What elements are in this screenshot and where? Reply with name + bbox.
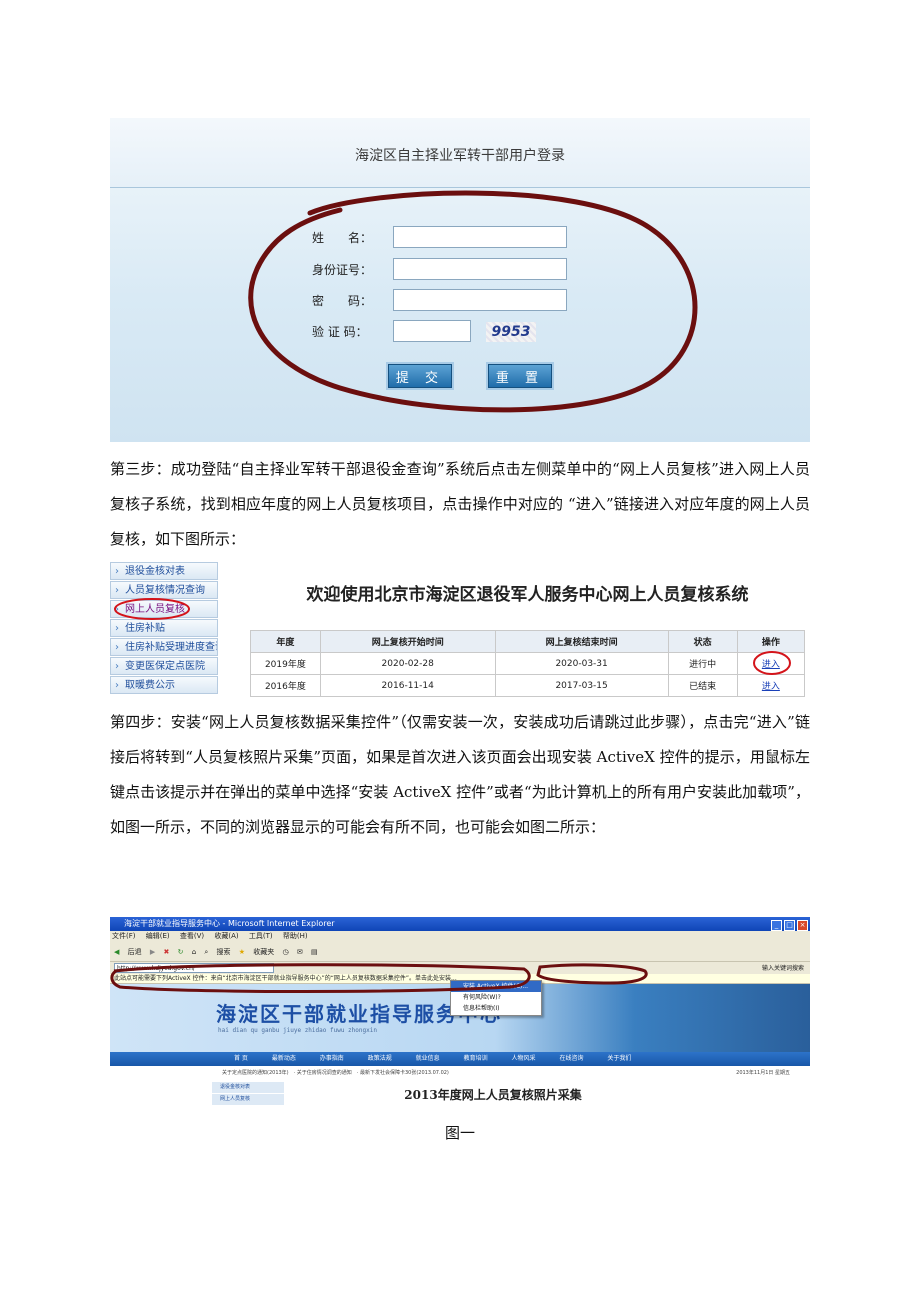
step4-paragraph: 第四步：安装“网上人员复核数据采集控件”（仅需安装一次，安装成功后请跳过此步骤）… [110,713,810,836]
cell-end: 2020-03-31 [494,652,669,675]
figure-caption: 图一 [444,1124,475,1142]
header-start: 网上复核开始时间 [319,630,496,653]
cell-start: 2020-02-28 [319,652,496,675]
review-table: 年度 网上复核开始时间 网上复核结束时间 状态 操作 2019年度 2020-0… [250,630,806,697]
enter-link[interactable]: 进入 [762,682,780,692]
step3-paragraph: 第三步：成功登陆“自主择业军转干部退役金查询”系统后点击左侧菜单中的“网上人员复… [110,460,810,548]
welcome-heading: 欢迎使用北京市海淀区退役军人服务中心网上人员复核系统 [306,585,749,605]
menu-item-pension-check[interactable]: 退役金核对表 [110,562,218,580]
cell-end: 2017-03-15 [494,674,669,697]
header-year: 年度 [250,630,321,653]
red-circle-annotation [248,190,698,413]
table-header-row: 年度 网上复核开始时间 网上复核结束时间 状态 操作 [250,630,806,653]
menu-item-heating-fee[interactable]: 取暖费公示 [110,676,218,694]
menu-item-change-hospital[interactable]: 变更医保定点医院 [110,657,218,675]
enter-circle-annotation [752,651,791,675]
table-row: 2016年度 2016-11-14 2017-03-15 已结束 进入 [250,674,806,697]
ie-circle-annotations [110,963,648,993]
header-end: 网上复核结束时间 [494,630,669,653]
cell-year: 2016年度 [250,674,321,697]
table-row: 2019年度 2020-02-28 2020-03-31 进行中 进入 [250,651,806,675]
header-status: 状态 [667,630,738,653]
cell-status: 已结束 [667,674,738,697]
review-side-menu: 退役金核对表 人员复核情况查询 网上人员复核 住房补贴 住房补贴受理进度查询 变… [110,562,218,695]
menu-item-housing-progress[interactable]: 住房补贴受理进度查询 [110,638,218,656]
ie-screenshot: 海淀干部就业指导服务中心 - Microsoft Internet Explor… [110,917,810,1110]
cell-status: 进行中 [667,652,738,675]
menu-circle-annotation [114,598,190,620]
login-screenshot: 海淀区自主择业军转干部用户登录 姓 名： 身份证号： 密 码： 验 证 码： 9… [110,118,810,442]
cell-start: 2016-11-14 [319,674,496,697]
cell-year: 2019年度 [250,652,321,675]
cell-action: 进入 [736,651,806,675]
